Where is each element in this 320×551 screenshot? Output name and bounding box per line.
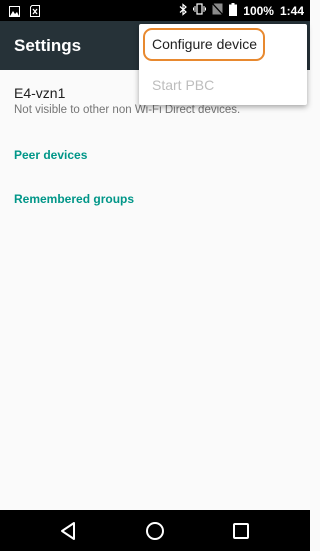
battery-percentage: 100% bbox=[243, 3, 274, 18]
gallery-icon bbox=[9, 4, 20, 22]
menu-item-label: Start PBC bbox=[152, 77, 215, 93]
vibrate-icon bbox=[193, 3, 207, 18]
battery-icon bbox=[229, 2, 238, 19]
home-icon[interactable] bbox=[142, 518, 168, 544]
peer-devices-header: Peer devices bbox=[14, 148, 88, 162]
menu-item-configure-device[interactable]: Configure device bbox=[139, 24, 307, 64]
status-bar: 100% 1:44 bbox=[0, 0, 310, 21]
navigation-bar bbox=[0, 510, 310, 551]
overflow-menu: Configure device Start PBC bbox=[139, 24, 307, 105]
no-sim-icon bbox=[211, 2, 224, 18]
recents-icon[interactable] bbox=[228, 518, 254, 544]
remembered-groups-header: Remembered groups bbox=[14, 192, 135, 206]
clock: 1:44 bbox=[279, 3, 304, 18]
sd-card-x-icon bbox=[30, 4, 40, 22]
menu-item-label: Configure device bbox=[152, 36, 258, 52]
menu-item-start-pbc: Start PBC bbox=[139, 65, 307, 105]
page-title: Settings bbox=[14, 36, 82, 55]
wifi-direct-settings: E4-vzn1 Not visible to other non Wi-Fi D… bbox=[0, 70, 310, 510]
bluetooth-icon bbox=[179, 2, 188, 19]
device-visibility-text: Not visible to other non Wi-Fi Direct de… bbox=[14, 104, 241, 116]
device-name: E4-vzn1 bbox=[14, 85, 66, 101]
back-icon[interactable] bbox=[55, 518, 81, 544]
